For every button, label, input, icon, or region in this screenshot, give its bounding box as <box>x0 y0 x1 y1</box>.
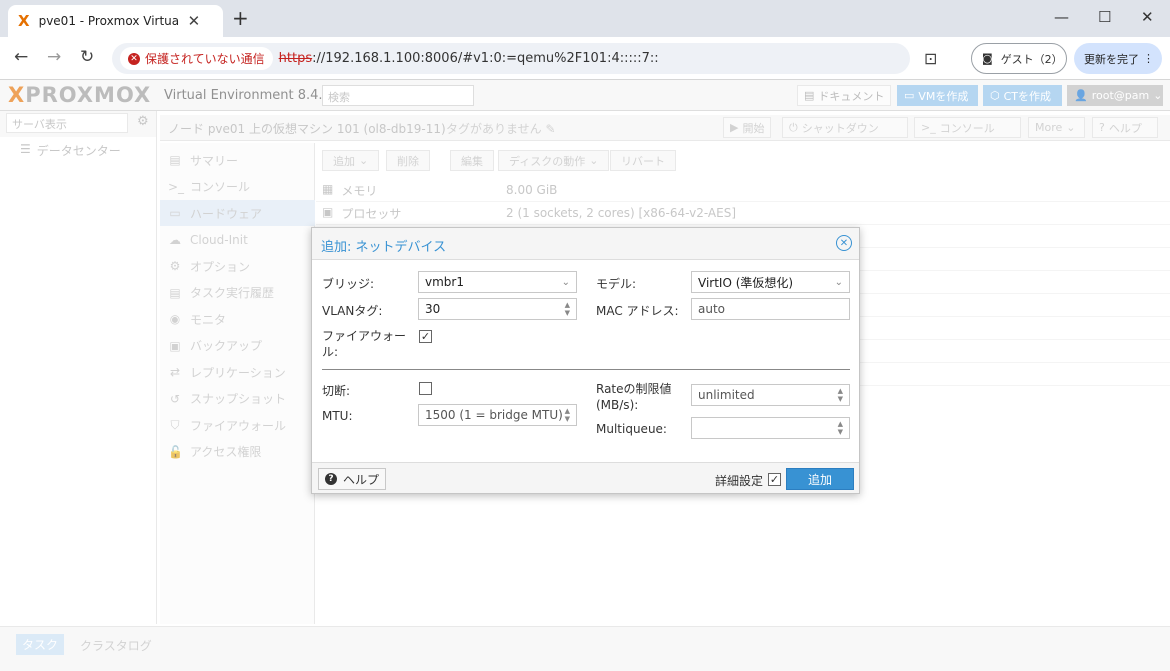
proxmox-favicon-icon: X <box>18 12 30 30</box>
bridge-label: ブリッジ: <box>322 277 375 291</box>
update-button[interactable]: 更新を完了 ⋮ <box>1074 43 1162 74</box>
advanced-checkbox[interactable]: ✓ <box>768 473 781 486</box>
multiqueue-label: Multiqueue: <box>596 422 667 436</box>
browser-menu-icon[interactable]: ⋮ <box>1143 52 1154 65</box>
vlan-tag-field[interactable]: 30 ▲ ▼ <box>418 298 577 320</box>
vlan-label: VLANタグ: <box>322 304 383 318</box>
warning-icon: ✕ <box>128 52 140 65</box>
spinner-icon[interactable]: ▲ ▼ <box>838 387 843 403</box>
back-button[interactable]: ← <box>14 47 28 67</box>
close-window-button[interactable]: ✕ <box>1141 8 1154 26</box>
new-tab-button[interactable]: + <box>232 6 249 30</box>
maximize-button[interactable]: ☐ <box>1098 8 1111 26</box>
chevron-down-icon: ⌄ <box>834 276 843 288</box>
advanced-label: 詳細設定 <box>715 474 764 488</box>
help-icon: ? <box>325 473 337 485</box>
reload-button[interactable]: ↻ <box>80 47 94 67</box>
rate-limit-label: Rateの制限値 (MB/s): <box>596 382 672 412</box>
tab-title: pve01 - Proxmox Virtual Enviro <box>38 14 179 28</box>
update-label: 更新を完了 <box>1084 52 1139 66</box>
spinner-icon[interactable]: ▲ ▼ <box>565 301 570 317</box>
firewall-checkbox[interactable]: ✓ <box>419 330 432 343</box>
disconnect-checkbox[interactable] <box>419 382 432 395</box>
disconnect-label: 切断: <box>322 384 351 398</box>
security-chip[interactable]: ✕ 保護されていない通信 <box>120 47 273 70</box>
tab-close-icon[interactable]: ✕ <box>188 12 201 30</box>
browser-tab[interactable]: X pve01 - Proxmox Virtual Enviro ✕ <box>8 5 223 37</box>
firewall-label: ファイアウォー ル: <box>322 329 407 359</box>
model-label: モデル: <box>596 277 637 291</box>
address-bar[interactable]: ✕ 保護されていない通信 https://192.168.1.100:8006/… <box>112 43 910 74</box>
spinner-icon[interactable]: ▲ ▼ <box>565 407 570 423</box>
security-label: 保護されていない通信 <box>145 52 265 66</box>
add-network-device-dialog: 追加: ネットデバイス ✕ ブリッジ: vmbr1 ⌄ VLANタグ: 30 ▲ ▼ … <box>311 227 860 494</box>
rate-limit-field[interactable]: unlimited ▲ ▼ <box>691 384 850 406</box>
dialog-help-button[interactable]: ? ヘルプ <box>318 468 386 490</box>
add-button[interactable]: 追加 <box>786 468 854 490</box>
url-text[interactable]: https://192.168.1.100:8006/#v1:0:=qemu%2… <box>279 51 659 66</box>
minimize-button[interactable]: — <box>1054 8 1069 26</box>
zoom-icon[interactable]: ⊡ <box>924 49 937 68</box>
spinner-icon[interactable]: ▲ ▼ <box>838 420 843 436</box>
profile-icon: ◙ <box>982 52 993 65</box>
dialog-title: 追加: ネットデバイス <box>321 240 447 255</box>
guest-profile-button[interactable]: ◙ ゲスト（2） <box>971 43 1067 74</box>
close-icon[interactable]: ✕ <box>836 235 852 251</box>
bridge-select[interactable]: vmbr1 ⌄ <box>418 271 577 293</box>
model-select[interactable]: VirtIO (準仮想化) ⌄ <box>691 271 850 293</box>
mtu-label: MTU: <box>322 409 353 423</box>
mtu-field[interactable]: 1500 (1 = bridge MTU) ▲ ▼ <box>418 404 577 426</box>
mac-label: MAC アドレス: <box>596 304 679 318</box>
multiqueue-field[interactable]: ▲ ▼ <box>691 417 850 439</box>
forward-button[interactable]: → <box>47 47 61 67</box>
guest-label: ゲスト（2） <box>1000 52 1063 66</box>
mac-address-field[interactable]: auto <box>691 298 850 320</box>
chevron-down-icon: ⌄ <box>561 276 570 288</box>
advanced-separator <box>322 369 850 370</box>
